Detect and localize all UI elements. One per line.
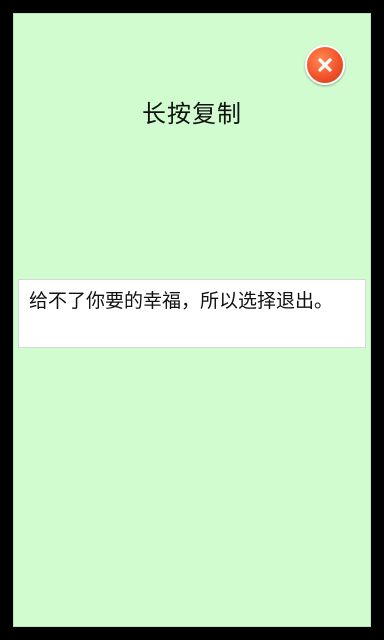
close-button[interactable] bbox=[305, 45, 345, 85]
close-icon bbox=[318, 58, 332, 72]
copyable-text[interactable]: 给不了你要的幸福，所以选择退出。 bbox=[18, 279, 366, 348]
copy-dialog: 长按复制 给不了你要的幸福，所以选择退出。 bbox=[13, 13, 371, 627]
dialog-title: 长按复制 bbox=[142, 100, 242, 128]
